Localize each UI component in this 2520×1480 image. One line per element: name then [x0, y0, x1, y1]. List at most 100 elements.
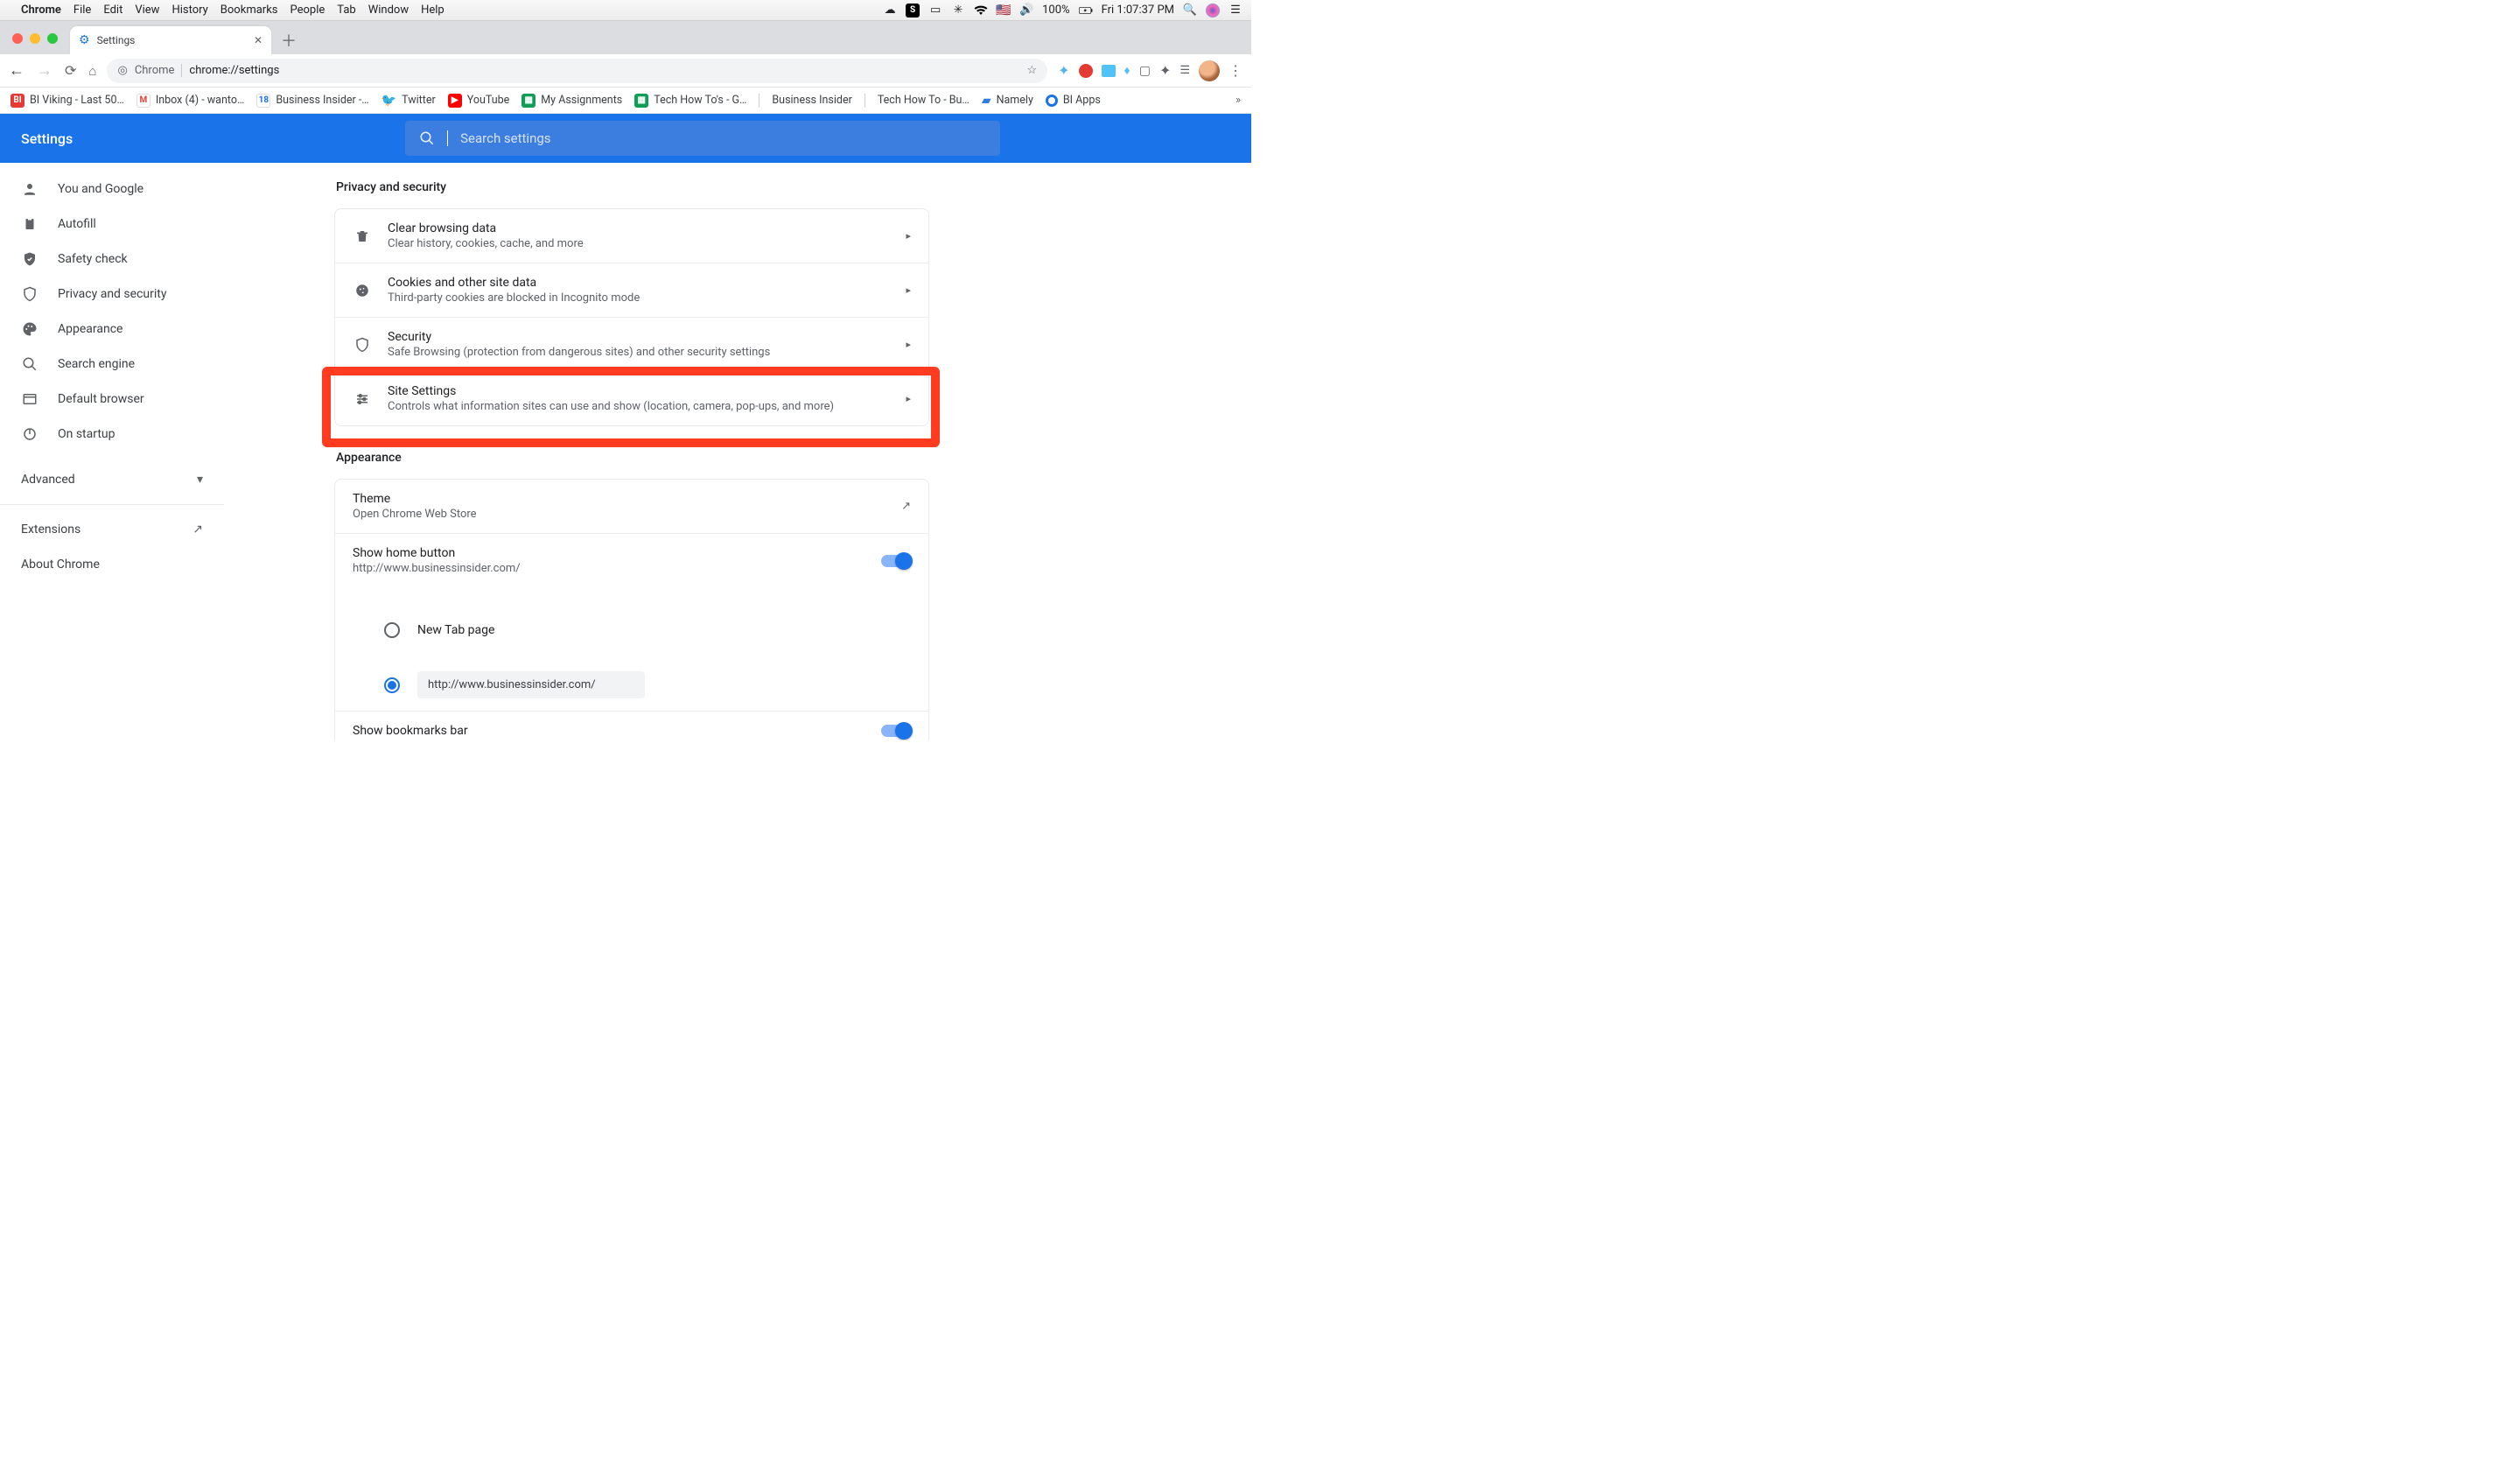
- ext-icon-1[interactable]: ✦: [1058, 62, 1069, 79]
- close-window-button[interactable]: [12, 33, 23, 44]
- control-center-icon[interactable]: ☰: [1228, 4, 1242, 18]
- address-bar[interactable]: ◎ Chrome chrome://settings ☆: [107, 59, 1047, 83]
- bookmark-bi-apps[interactable]: BI Apps: [1046, 94, 1101, 107]
- volume-icon[interactable]: 🔊: [1019, 4, 1033, 18]
- url-scheme-label: Chrome: [135, 64, 183, 77]
- chrome-menu-icon[interactable]: ⋮: [1228, 62, 1242, 79]
- minimize-window-button[interactable]: [30, 33, 40, 44]
- bookmark-separator: [759, 94, 760, 108]
- ext-icon-5[interactable]: ▢: [1139, 64, 1151, 78]
- bookmark-sheets-howto[interactable]: ▦Tech How To's - G…: [634, 94, 746, 108]
- settings-header: Settings: [0, 114, 1251, 163]
- shield-icon: [353, 337, 372, 353]
- row-subtitle: Open Chrome Web Store: [353, 508, 886, 521]
- sidebar-extensions-label: Extensions: [21, 523, 80, 537]
- back-button[interactable]: ←: [9, 61, 24, 80]
- row-clear-browsing-data[interactable]: Clear browsing dataClear history, cookie…: [335, 209, 928, 263]
- sidebar-about-chrome[interactable]: About Chrome: [0, 547, 224, 582]
- bookmark-business-insider[interactable]: Business Insider: [772, 94, 851, 107]
- bookmark-namely[interactable]: ▰Namely: [982, 94, 1033, 108]
- menu-view[interactable]: View: [135, 4, 159, 17]
- ext-icon-4[interactable]: ♦: [1124, 63, 1130, 78]
- ext-icon-2[interactable]: [1079, 64, 1093, 78]
- bookmark-calendar-bi[interactable]: 18Business Insider -…: [256, 94, 368, 108]
- menu-people[interactable]: People: [290, 4, 326, 17]
- sidebar-item-privacy[interactable]: Privacy and security: [0, 277, 224, 312]
- bookmark-youtube[interactable]: ▶YouTube: [448, 94, 510, 108]
- window-icon: [21, 391, 38, 407]
- site-info-icon[interactable]: ◎: [117, 64, 127, 77]
- row-security[interactable]: Security Safe Browsing (protection from d…: [335, 318, 928, 372]
- menubar-clock[interactable]: Fri 1:07:37 PM: [1102, 4, 1174, 17]
- bookmark-twitter[interactable]: 🐦Twitter: [382, 94, 436, 108]
- flag-icon[interactable]: 🇺🇸: [997, 4, 1011, 18]
- sidebar-item-label: On startup: [58, 427, 116, 441]
- menubar-app-name[interactable]: Chrome: [21, 4, 61, 17]
- bluetooth-icon[interactable]: ✳︎: [951, 4, 965, 18]
- bookmark-sheets-assignments[interactable]: ▦My Assignments: [522, 94, 622, 108]
- search-caret: [447, 130, 448, 146]
- sidebar-item-search-engine[interactable]: Search engine: [0, 347, 224, 382]
- home-button[interactable]: ⌂: [88, 63, 96, 79]
- screen-icon[interactable]: ▭: [928, 4, 942, 18]
- search-icon: [419, 130, 435, 146]
- settings-search[interactable]: [405, 121, 1000, 156]
- sidebar-item-autofill[interactable]: Autofill: [0, 207, 224, 242]
- wifi-icon[interactable]: [974, 4, 988, 18]
- bookmark-tech-howto[interactable]: Tech How To - Bu…: [878, 94, 970, 107]
- spotlight-icon[interactable]: 🔍: [1183, 4, 1197, 18]
- sidebar-item-default-browser[interactable]: Default browser: [0, 382, 224, 417]
- search-input[interactable]: [460, 130, 986, 146]
- siri-icon[interactable]: [1206, 4, 1220, 18]
- menu-history[interactable]: History: [172, 4, 207, 17]
- ext-icon-3[interactable]: [1102, 65, 1116, 77]
- shield-s-icon[interactable]: S: [906, 4, 920, 18]
- reading-list-icon[interactable]: ☰: [1180, 64, 1190, 77]
- browser-tab-settings[interactable]: ⚙ Settings ✕: [70, 26, 271, 54]
- tab-close-icon[interactable]: ✕: [254, 34, 262, 46]
- sidebar-item-appearance[interactable]: Appearance: [0, 312, 224, 347]
- row-title: Security: [388, 330, 890, 344]
- sidebar-advanced[interactable]: Advanced▾: [0, 462, 224, 497]
- extensions-icon[interactable]: ✦: [1159, 62, 1171, 79]
- chevron-right-icon: ▸: [906, 284, 911, 296]
- sidebar-about-label: About Chrome: [21, 558, 100, 572]
- sidebar-divider: [0, 504, 224, 505]
- sidebar-item-on-startup[interactable]: On startup: [0, 417, 224, 452]
- sidebar-item-label: Privacy and security: [58, 287, 166, 301]
- radio-custom-url[interactable]: [384, 677, 400, 693]
- row-subtitle: Safe Browsing (protection from dangerous…: [388, 346, 890, 359]
- profile-avatar[interactable]: [1199, 60, 1220, 81]
- bookmark-gmail-inbox[interactable]: MInbox (4) - wanto…: [136, 94, 245, 108]
- row-title: Site Settings: [388, 384, 890, 398]
- cloud-icon[interactable]: ☁︎: [883, 4, 897, 18]
- show-bookmarks-toggle[interactable]: [881, 725, 911, 737]
- bookmark-star-icon[interactable]: ☆: [1026, 64, 1037, 77]
- row-site-settings[interactable]: Site SettingsControls what information s…: [335, 372, 928, 425]
- battery-icon[interactable]: [1079, 4, 1093, 18]
- menu-help[interactable]: Help: [421, 4, 444, 17]
- show-home-toggle[interactable]: [881, 555, 911, 567]
- row-title: Show home button: [353, 546, 865, 560]
- new-tab-button[interactable]: ＋: [276, 28, 301, 53]
- custom-home-url-field[interactable]: http://www.businessinsider.com/: [417, 671, 645, 698]
- menu-tab[interactable]: Tab: [337, 4, 355, 17]
- menu-file[interactable]: File: [74, 4, 91, 17]
- menu-bookmarks[interactable]: Bookmarks: [220, 4, 278, 17]
- gear-icon: ⚙: [79, 33, 90, 47]
- sidebar-item-you-and-google[interactable]: You and Google: [0, 172, 224, 207]
- menu-edit[interactable]: Edit: [103, 4, 122, 17]
- bookmark-separator: [864, 94, 865, 108]
- bookmarks-overflow-icon[interactable]: »: [1236, 94, 1241, 107]
- sidebar-item-safety-check[interactable]: Safety check: [0, 242, 224, 277]
- menu-window[interactable]: Window: [368, 4, 409, 17]
- row-title: Cookies and other site data: [388, 276, 890, 290]
- sidebar-extensions[interactable]: Extensions↗: [0, 512, 224, 547]
- battery-percent: 100%: [1042, 4, 1069, 17]
- reload-button[interactable]: ⟳: [65, 62, 76, 79]
- row-cookies[interactable]: Cookies and other site dataThird-party c…: [335, 263, 928, 318]
- bookmark-bi-viking[interactable]: BIBI Viking - Last 50…: [10, 94, 124, 108]
- zoom-window-button[interactable]: [47, 33, 58, 44]
- radio-new-tab-page[interactable]: [384, 622, 400, 638]
- row-theme[interactable]: ThemeOpen Chrome Web Store ↗: [335, 480, 928, 534]
